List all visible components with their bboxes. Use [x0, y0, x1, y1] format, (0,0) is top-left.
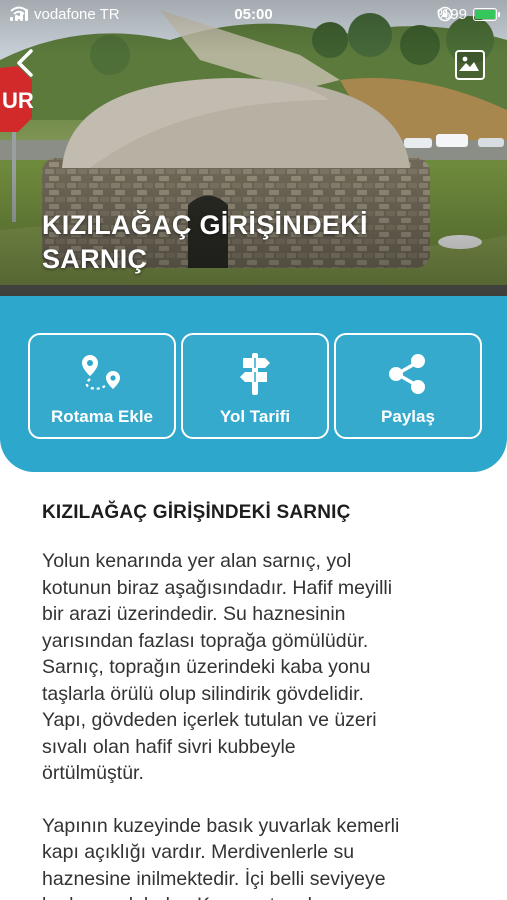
article-content: KIZILAĞAÇ GİRİŞİNDEKİ SARNIÇ Yolun kenar…: [42, 502, 474, 900]
share-button[interactable]: Paylaş: [334, 333, 482, 439]
directions-label: Yol Tarifi: [219, 407, 291, 426]
hero-title: KIZILAĞAÇ GİRİŞİNDEKİ SARNIÇ: [42, 210, 368, 274]
share-label: Paylaş: [381, 407, 435, 426]
chevron-left-icon: [17, 49, 33, 77]
route-pin-icon: [82, 355, 120, 390]
article-paragraph-1: Yolun kenarında yer alan sarnıç, yol kot…: [42, 550, 393, 784]
signpost-icon: [240, 353, 270, 395]
image-gallery-icon: [459, 56, 479, 71]
status-bar: vodafone TR 05:00 %99: [0, 0, 507, 30]
back-button[interactable]: [14, 48, 44, 84]
article-paragraph-2: Yapının kuzeyinde basık yuvarlak kemerli…: [42, 814, 400, 900]
gallery-button[interactable]: [455, 50, 485, 80]
share-icon: [389, 354, 425, 394]
battery-icon: [473, 8, 500, 21]
orientation-lock-icon: [437, 6, 453, 22]
article-title: KIZILAĞAÇ GİRİŞİNDEKİ SARNIÇ: [42, 502, 351, 523]
status-time: 05:00: [234, 6, 273, 23]
status-right: %99: [437, 6, 500, 23]
add-to-route-label: Rotama Ekle: [50, 407, 154, 426]
action-panel: Rotama Ekle Yol Tarifi Paylaş: [0, 296, 507, 472]
directions-button[interactable]: Yol Tarifi: [181, 333, 329, 439]
hero-photo: UR vodafone TR 05:: [0, 0, 507, 300]
add-to-route-button[interactable]: Rotama Ekle: [28, 333, 176, 439]
